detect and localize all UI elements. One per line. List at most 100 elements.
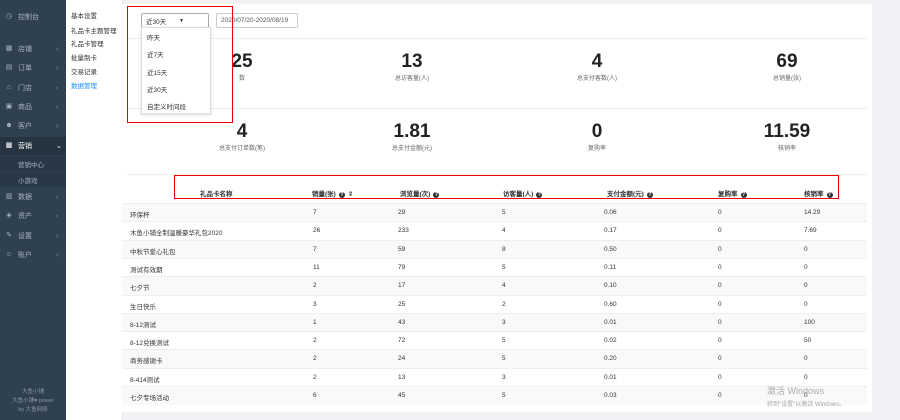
table-cell: 0 [718, 318, 722, 326]
table-cell: 0 [804, 300, 808, 308]
help-icon: ? [740, 192, 747, 198]
scrollbar[interactable] [880, 0, 900, 420]
table-cell: 4 [502, 282, 506, 290]
table-cell: 0 [718, 355, 722, 363]
table-cell: 2 [313, 337, 317, 345]
sidebar-subitem-label: 营销中心 [18, 161, 44, 169]
sidebar-item[interactable]: ◈ 资产 ‹ [0, 207, 66, 225]
column-header[interactable]: 销量(张)? ⇕ [312, 188, 353, 198]
table-cell: 13 [398, 373, 406, 381]
customer-icon: ☻ [5, 122, 13, 129]
store-icon: ▦ [5, 45, 13, 52]
table-cell: 7 [313, 209, 317, 216]
table-cell: 50 [804, 337, 812, 345]
gift-card-name: 七夕专场活动 [130, 395, 169, 402]
divider [127, 38, 867, 39]
gift-card-name: 8-12兑换测试 [130, 340, 170, 348]
table-cell: 4 [502, 227, 506, 235]
column-header-label: 浏览量(次) [400, 191, 431, 198]
gift-card-name: 8-414测试 [130, 376, 160, 384]
table-cell: 7 [313, 245, 317, 253]
period-option[interactable]: 近30天 [147, 84, 167, 94]
table-cell: 100 [804, 318, 815, 326]
period-option[interactable]: 近7天 [147, 49, 164, 59]
table-cell: 5 [502, 392, 506, 399]
stat-card: 4 总支付客数(人) [512, 52, 682, 83]
gift-card-name: 七夕节 [130, 285, 150, 293]
stat-value: 4 [236, 121, 248, 142]
sidebar-item-label: 店铺 [18, 46, 32, 53]
submenu-item[interactable]: 数据管理 [71, 80, 97, 90]
help-icon: ? [646, 192, 653, 198]
marketing-icon: ▩ [5, 142, 13, 149]
sidebar-item[interactable]: ▣ 商品 ‹ [0, 98, 66, 116]
submenu-item[interactable]: 批量制卡 [71, 52, 97, 62]
table-row: 生日快乐 3 25 2 0.60 0 0 [122, 294, 867, 314]
table-cell: 0.11 [604, 263, 617, 271]
table-header: 礼品卡名称 销量(张)? ⇕ 浏览量(次)? 访客量(人)? 支付金额(元)? 复购率? 核销… [122, 181, 862, 203]
submenu-item[interactable]: 礼品卡管理 [71, 38, 104, 48]
table-cell: 3 [502, 318, 506, 326]
table-cell: 2 [502, 300, 506, 308]
sidebar-item[interactable]: ☺ 账户 ‹ [0, 246, 66, 264]
submenu-item[interactable]: 礼品卡主题管理 [71, 25, 117, 35]
goods-icon: ▣ [5, 103, 13, 110]
period-option[interactable]: 昨天 [147, 32, 160, 42]
stat-card: 11.59 核销率 [702, 122, 872, 153]
gift-card-name: 测试有效期 [130, 266, 163, 274]
date-range-field[interactable]: 2020/07/20-2020/08/19 [216, 13, 298, 28]
table-row: 8-12兑换测试 2 72 5 0.02 0 50 [122, 331, 867, 350]
caret-down-icon: ▼ [179, 17, 184, 24]
sidebar-item[interactable]: ◷ 控制台 [0, 8, 66, 26]
divider [127, 174, 867, 175]
column-header-label: 访客量(人) [503, 191, 534, 198]
stat-card: 13 总访客量(人) [327, 51, 497, 83]
dashboard-icon: ◷ [5, 13, 13, 20]
stat-label: 复购率 [587, 146, 606, 152]
table-cell: 29 [398, 209, 406, 216]
sidebar-footer-line: 大鱼小铺♥ power [12, 398, 54, 404]
stat-value: 13 [401, 51, 423, 72]
sidebar-item[interactable]: ✎ 设置 ‹ [0, 227, 66, 245]
sidebar-item[interactable]: ▥ 数据 ‹ [0, 188, 66, 206]
sidebar-item[interactable]: ⌂ 门店 ‹ [0, 79, 66, 97]
help-icon: ? [338, 192, 345, 198]
shop-icon: ⌂ [6, 84, 12, 91]
period-option[interactable]: 自定义时间段 [147, 101, 186, 111]
gift-card-name: 环保杯 [130, 212, 150, 219]
sidebar-item-label: 订单 [18, 65, 32, 72]
table-row: 七夕专场活动 6 45 5 0.03 0 0 [122, 386, 867, 405]
sidebar-subitem[interactable]: 营销中心 [0, 156, 66, 171]
sidebar-item[interactable]: ▦ 店铺 ‹ [0, 40, 66, 58]
submenu-item[interactable]: 交易记录 [71, 66, 97, 76]
period-select[interactable]: 近30天 ▼ [141, 13, 209, 28]
data-icon: ▥ [5, 193, 13, 200]
table-cell: 0.10 [604, 282, 617, 290]
sidebar-item-label: 商品 [18, 104, 32, 111]
table-row: 木鱼小铺全制温暖豪华礼包2020 26 233 4 0.17 0 7.69 [122, 221, 867, 240]
table-row: 测试有效期 11 79 5 0.11 0 0 [122, 257, 867, 277]
sidebar: ◷ 控制台 ▦ 店铺 ‹ ▤ 订单 ‹ ⌂ 门店 ‹ ▣ 商品 ‹ ☻ 客户 ‹ ▩ 营销 ⌄ ▥ 数据 ‹ ◈ 资产 ‹ ✎ 设置 ‹… [0, 0, 66, 420]
sidebar-item[interactable]: ☻ 客户 ‹ [0, 117, 66, 135]
table-cell: 0 [718, 227, 722, 235]
sidebar-subitem[interactable]: 小游戏 [0, 172, 66, 187]
column-header: 访客量(人)? [503, 188, 543, 198]
table-cell: 7.69 [804, 227, 817, 235]
table-cell: 0 [804, 282, 808, 290]
sidebar-item[interactable]: ▩ 营销 ⌄ [0, 137, 66, 155]
submenu: 基本设置礼品卡主题管理 礼品卡管理批量制卡交易记录数据管理 [66, 0, 123, 420]
stat-value: 1.81 [393, 121, 431, 142]
sidebar-item[interactable]: ▤ 订单 ‹ [0, 59, 66, 77]
table-cell: 0.20 [604, 355, 617, 363]
chevron-icon: ‹ [56, 103, 59, 111]
period-option[interactable]: 近15天 [147, 67, 167, 77]
submenu-item[interactable]: 基本设置 [71, 10, 97, 20]
sidebar-footer-line: 大鱼小铺 [21, 389, 44, 395]
table-cell: 72 [398, 337, 406, 345]
sort-icon[interactable]: ⇕ [348, 191, 353, 198]
stat-card: 0 复购率 [512, 122, 682, 153]
table-cell: 59 [398, 245, 406, 253]
period-select-value: 近30天 [146, 18, 167, 26]
main-content: 近30天 ▼ 2020/07/20-2020/08/19 昨天 近7天 近15天 近3… [122, 4, 872, 412]
table-cell: 6 [313, 392, 317, 399]
